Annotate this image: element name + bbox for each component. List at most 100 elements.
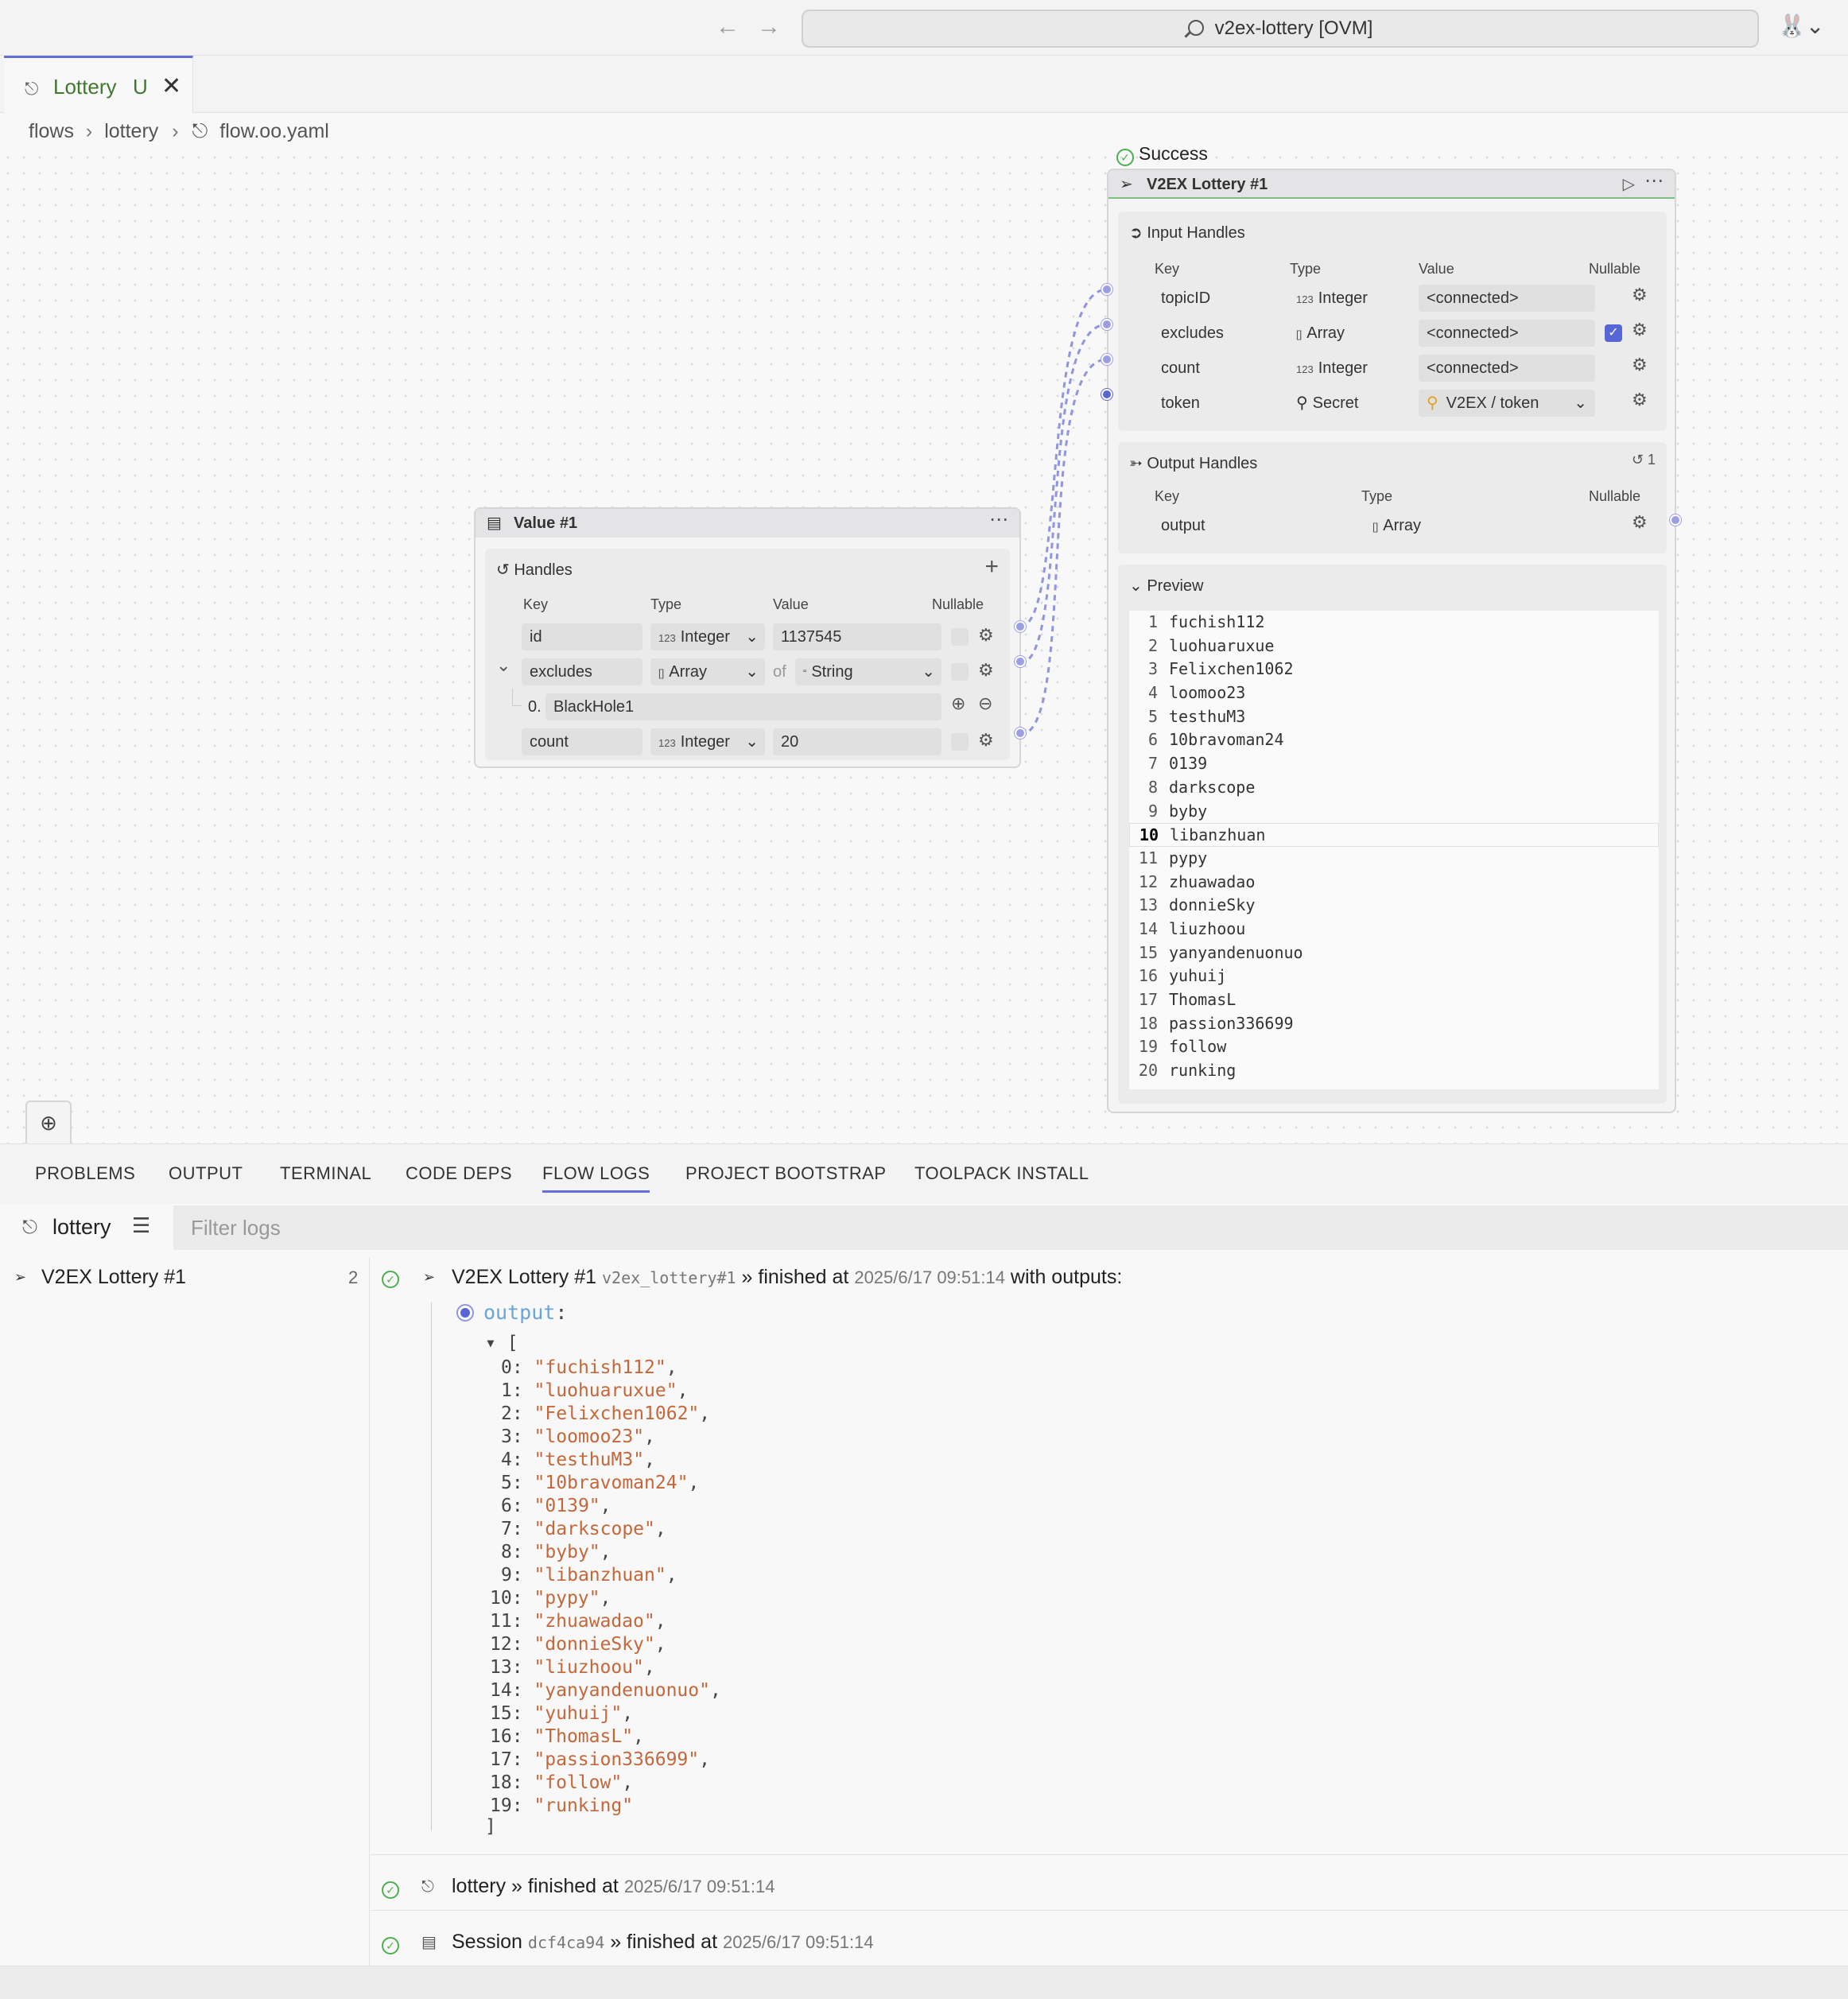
array-item-field[interactable]: BlackHole1: [545, 693, 941, 720]
remove-item-icon[interactable]: ⊖: [978, 693, 992, 714]
zoom-in-icon[interactable]: ⊕: [27, 1102, 70, 1143]
chevron-down-icon[interactable]: ⌄: [496, 655, 511, 676]
gear-icon[interactable]: ⚙: [1632, 285, 1648, 305]
tab-terminal[interactable]: TERMINAL: [280, 1163, 371, 1184]
array-type-icon: []: [1296, 328, 1303, 340]
panel-tab-bar: PROBLEMS OUTPUT TERMINAL CODE DEPS FLOW …: [0, 1143, 1848, 1204]
gear-icon[interactable]: ⚙: [1632, 512, 1648, 533]
log-tree-item[interactable]: V2EX Lottery #1: [41, 1266, 186, 1289]
nullable-checkbox[interactable]: [951, 733, 969, 751]
json-item: 12: "donnieSky",: [490, 1634, 666, 1655]
gear-icon[interactable]: ⚙: [1632, 320, 1648, 340]
preview-list[interactable]: 1 fuchish112 2 luohuaruxue 3 Felixchen1062 …: [1129, 611, 1659, 1089]
key-field[interactable]: count: [522, 728, 643, 755]
gear-icon[interactable]: ⚙: [1632, 390, 1648, 410]
command-center-label: v2ex-lottery [OVM]: [1214, 17, 1373, 39]
more-icon[interactable]: ⋯: [989, 506, 1008, 534]
log-entries[interactable]: ✓ ➢ V2EX Lottery #1 v2ex_lottery#1 » fin…: [371, 1258, 1848, 1966]
task-node[interactable]: ➢ V2EX Lottery #1 ▷ ⋯ ➲ Input Handles Ke…: [1107, 169, 1676, 1113]
handle-type: [] Array: [1372, 512, 1421, 539]
flow-selector[interactable]: lottery: [52, 1215, 111, 1240]
preview-line: 3 Felixchen1062: [1147, 659, 1294, 679]
key-field[interactable]: id: [522, 623, 643, 650]
preview-value: donnieSky: [1169, 895, 1256, 915]
col-nullable: Nullable: [1589, 261, 1641, 277]
handle-key: output: [1161, 517, 1205, 534]
log-entry: lottery » finished at 2025/6/17 09:51:14: [452, 1875, 775, 1898]
add-icon[interactable]: +: [984, 553, 999, 580]
value-node-header[interactable]: ▤ Value #1 ⋯: [476, 509, 1019, 538]
add-item-icon[interactable]: ⊕: [951, 693, 965, 714]
tab-output[interactable]: OUTPUT: [169, 1163, 243, 1184]
back-arrow-icon[interactable]: ←: [712, 11, 743, 43]
breadcrumb-item[interactable]: flow.oo.yaml: [219, 116, 329, 146]
nullable-checkbox[interactable]: [951, 663, 969, 681]
value-node[interactable]: ▤ Value #1 ⋯ ↺ Handles + Key Type Value …: [474, 507, 1021, 768]
input-handle-dot[interactable]: [1101, 389, 1112, 400]
output-handle-dot[interactable]: [1015, 656, 1026, 667]
tab-code-deps[interactable]: CODE DEPS: [406, 1163, 512, 1184]
input-handle-dot[interactable]: [1101, 319, 1112, 330]
json-value: runking: [545, 1795, 623, 1816]
history-count: 1: [1647, 452, 1656, 468]
list-filter-icon[interactable]: ☰: [132, 1213, 150, 1238]
nullable-checkbox-checked[interactable]: ✓: [1605, 324, 1622, 342]
tab-flow-logs[interactable]: FLOW LOGS: [542, 1163, 650, 1193]
col-type: Type: [650, 596, 682, 612]
handle-type-label: Array: [1383, 517, 1422, 534]
json-value: fuchish112: [545, 1357, 655, 1378]
more-icon[interactable]: ⋯: [1644, 167, 1664, 196]
tab-project-bootstrap[interactable]: PROJECT BOOTSTRAP: [685, 1163, 887, 1184]
handle-type-label: Array: [1306, 324, 1345, 342]
output-handle-dot[interactable]: [1015, 621, 1026, 632]
success-check-icon: ✓: [1116, 149, 1134, 166]
type-select[interactable]: 123 Integer ⌄: [650, 728, 765, 755]
item-type-select[interactable]: “ String ⌄: [795, 658, 941, 685]
json-value: follow: [545, 1772, 611, 1793]
preview-line: 14 liuzhoou: [1138, 918, 1246, 938]
tab-problems[interactable]: PROBLEMS: [35, 1163, 135, 1184]
tab-status-badge: U: [133, 75, 148, 99]
nullable-checkbox[interactable]: [951, 628, 969, 646]
json-item: 8: "byby",: [501, 1542, 611, 1562]
secret-select[interactable]: ⚲ V2EX / token ⌄: [1419, 390, 1595, 417]
type-select[interactable]: [] Array ⌄: [650, 658, 765, 685]
close-icon[interactable]: ✕: [161, 72, 181, 100]
handle-key: token: [1161, 394, 1200, 412]
gear-icon[interactable]: ⚙: [978, 660, 994, 681]
log-entry-sep: »: [741, 1266, 753, 1288]
command-center[interactable]: v2ex-lottery [OVM]: [802, 10, 1759, 48]
preview-line: 2 luohuaruxue: [1147, 635, 1275, 655]
type-select[interactable]: 123 Integer ⌄: [650, 623, 765, 650]
run-icon[interactable]: ▷: [1623, 170, 1635, 199]
json-value: yanyandenuonuo: [545, 1680, 700, 1701]
breadcrumb-item[interactable]: lottery: [104, 116, 158, 146]
json-item: 7: "darkscope",: [501, 1519, 666, 1539]
gear-icon[interactable]: ⚙: [1632, 355, 1648, 375]
handle-type: 123 Integer: [1296, 285, 1368, 312]
json-array-open[interactable]: ▾ [: [485, 1333, 518, 1353]
history-indicator[interactable]: ↺ 1: [1632, 452, 1656, 468]
account-avatar-icon[interactable]: 🐰⌄: [1778, 13, 1826, 45]
gear-icon[interactable]: ⚙: [978, 730, 994, 751]
tab-toolpack-install[interactable]: TOOLPACK INSTALL: [914, 1163, 1089, 1184]
json-item: 9: "libanzhuan",: [501, 1565, 677, 1586]
input-handle-dot[interactable]: [1101, 354, 1112, 365]
preview-value: fuchish112: [1169, 612, 1265, 631]
gear-icon[interactable]: ⚙: [978, 625, 994, 646]
breadcrumb-item[interactable]: flows: [29, 116, 74, 146]
type-select-value: Integer: [680, 628, 730, 646]
output-handle-dot[interactable]: [1670, 514, 1681, 526]
task-node-header[interactable]: ➢ V2EX Lottery #1 ▷ ⋯: [1108, 170, 1675, 199]
input-handle-dot[interactable]: [1101, 284, 1112, 295]
preview-value: liuzhoou: [1169, 918, 1246, 938]
forward-arrow-icon[interactable]: →: [753, 11, 785, 43]
json-item: 10: "pypy",: [490, 1588, 611, 1609]
key-field[interactable]: excludes: [522, 658, 643, 685]
tab-lottery[interactable]: ⎋ Lottery U ✕: [4, 56, 193, 113]
filter-logs-input[interactable]: Filter logs: [173, 1205, 1848, 1250]
output-handle-dot[interactable]: [1015, 728, 1026, 739]
value-field[interactable]: 20: [773, 728, 941, 755]
flow-canvas[interactable]: ▤ Value #1 ⋯ ↺ Handles + Key Type Value …: [0, 143, 1848, 1269]
value-field[interactable]: 1137545: [773, 623, 941, 650]
